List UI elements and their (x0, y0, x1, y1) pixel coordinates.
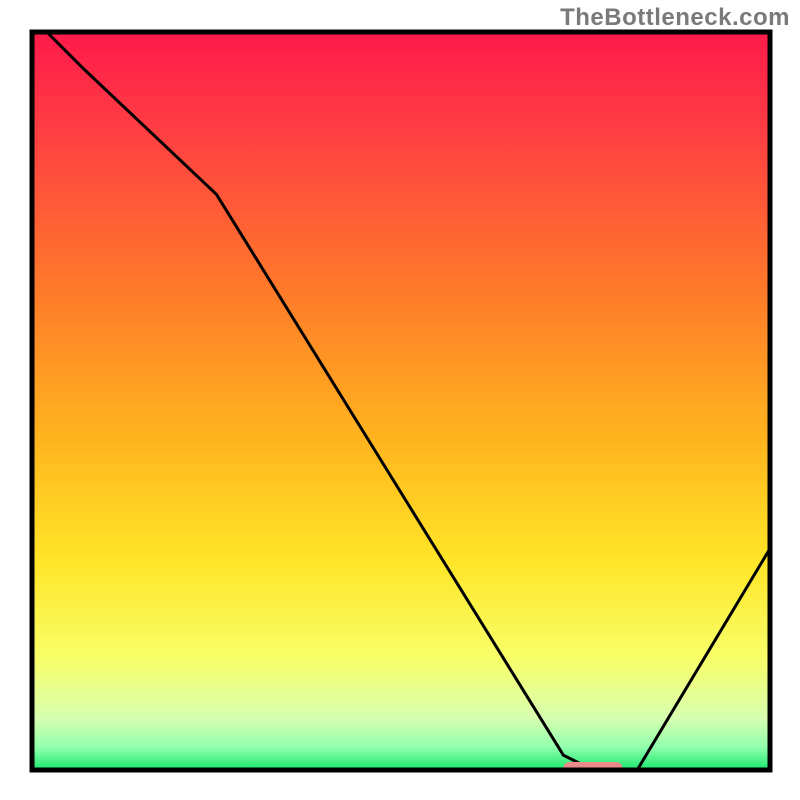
bottleneck-chart: TheBottleneck.com (0, 0, 800, 800)
plot-background (32, 32, 770, 770)
chart-svg (0, 0, 800, 800)
watermark-text: TheBottleneck.com (560, 4, 790, 32)
